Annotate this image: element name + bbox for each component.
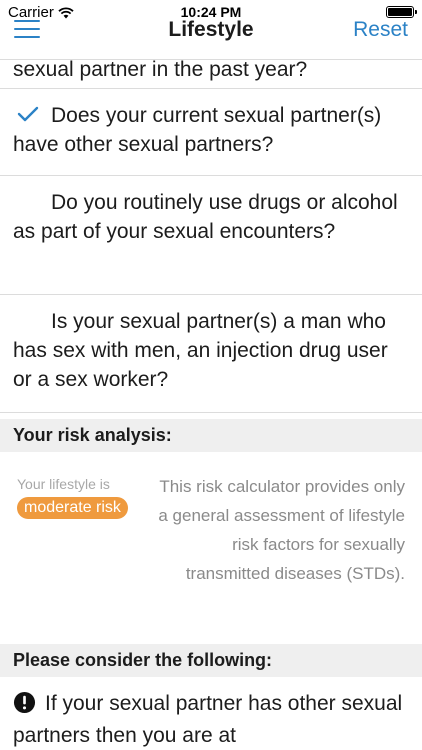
question-row[interactable]: Do you routinely use drugs or alcohol as… — [0, 176, 422, 295]
status-time: 10:24 PM — [180, 4, 242, 20]
lifestyle-label: Your lifestyle is — [17, 476, 110, 492]
status-bar: Carrier 10:24 PM — [0, 0, 422, 21]
exclamation-circle-icon — [13, 691, 36, 714]
question-text: Is your sexual partner(s) a man who has … — [13, 310, 388, 391]
risk-level-badge: moderate risk — [17, 497, 128, 519]
checkmark-icon — [17, 106, 39, 122]
question-text: Does your current sexual partner(s) have… — [13, 104, 382, 156]
question-text: sexual partner in the past year? — [13, 58, 308, 81]
hamburger-menu-icon[interactable] — [14, 20, 40, 40]
question-text: Do you routinely use drugs or alcohol as… — [13, 191, 398, 243]
question-row[interactable]: Is your sexual partner(s) a man who has … — [0, 295, 422, 413]
battery-icon — [386, 6, 417, 18]
advice-text: If your sexual partner has other sexual … — [13, 692, 403, 747]
risk-analysis-header: Your risk analysis: — [0, 419, 422, 452]
reset-button[interactable]: Reset — [353, 18, 408, 42]
question-row[interactable]: sexual partner in the past year? — [0, 55, 422, 89]
advice-item: If your sexual partner has other sexual … — [13, 688, 413, 750]
consider-header: Please consider the following: — [0, 644, 422, 677]
question-list: sexual partner in the past year? Does yo… — [0, 58, 422, 413]
risk-analysis-panel: Your lifestyle is moderate risk This ris… — [0, 452, 422, 674]
risk-disclaimer: This risk calculator provides only a gen… — [158, 477, 405, 583]
question-row[interactable]: Does your current sexual partner(s) have… — [0, 89, 422, 176]
